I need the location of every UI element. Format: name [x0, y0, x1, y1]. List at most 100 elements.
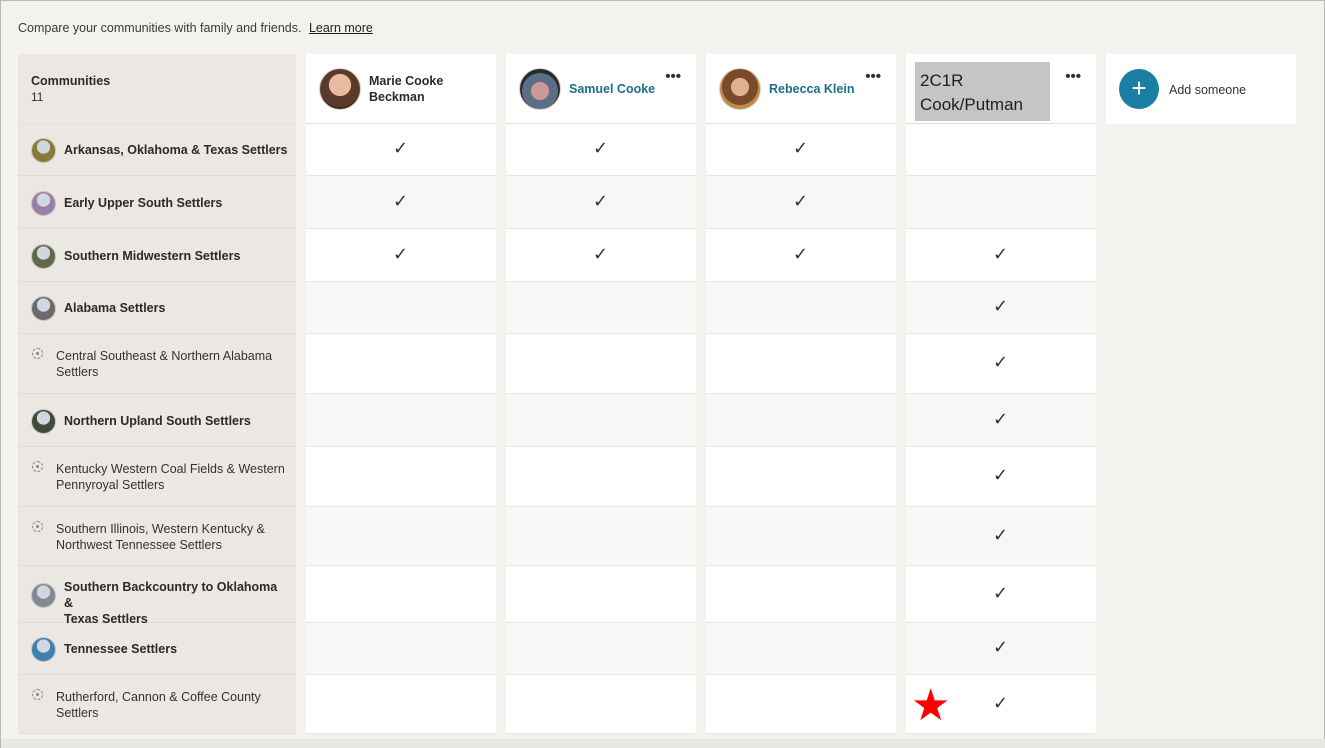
comparison-cell — [706, 566, 896, 623]
checkmark-icon: ✓ — [593, 243, 609, 264]
comparison-cell — [306, 566, 496, 623]
comparison-cell — [706, 507, 896, 566]
community-thumbnail — [31, 408, 56, 434]
comparison-cell — [906, 124, 1096, 176]
community-name[interactable]: Arkansas, Oklahoma & Texas Settlers — [64, 142, 289, 158]
community-row[interactable]: Alabama Settlers — [18, 282, 296, 334]
comparison-cell — [306, 507, 496, 566]
community-name-line2: Settlers — [56, 705, 99, 720]
comparison-cell — [506, 507, 696, 566]
community-row[interactable]: Rutherford, Cannon & Coffee County Settle… — [18, 675, 296, 734]
checkmark-icon: ✓ — [793, 190, 809, 211]
comparison-cell: ✓ — [906, 229, 1096, 282]
add-someone-card[interactable]: + Add someone — [1106, 54, 1296, 124]
person-name-link[interactable]: Rebecca Klein — [769, 81, 854, 97]
checkmark-icon: ✓ — [993, 692, 1009, 713]
community-row[interactable]: Northern Upland South Settlers — [18, 394, 296, 447]
person-label-line1: 2C1R — [920, 71, 964, 90]
checkmark-icon: ✓ — [993, 637, 1009, 657]
checkmark-icon: ✓ — [993, 243, 1009, 264]
person-name-line2: Beckman — [369, 90, 425, 104]
checkmark-icon: ✓ — [393, 190, 409, 211]
comparison-cell: ✓ — [706, 229, 896, 282]
communities-column: Communities 11 Arkansas, Oklahoma & Texa… — [18, 54, 296, 734]
community-name-line1: Southern Illinois, Western Kentucky & — [56, 521, 265, 536]
compare-panel: Compare your communities with family and… — [0, 0, 1325, 748]
community-name-line2: Settlers — [56, 365, 99, 379]
more-options-icon[interactable]: ••• — [665, 68, 681, 85]
more-options-icon[interactable]: ••• — [865, 68, 881, 85]
community-row[interactable]: Tennessee Settlers — [18, 623, 296, 675]
community-row[interactable]: Southern Illinois, Western Kentucky & Nor… — [18, 507, 296, 566]
comparison-cell — [506, 282, 696, 334]
subcommunity-icon — [32, 461, 43, 472]
checkmark-icon: ✓ — [793, 138, 809, 158]
bottom-divider — [1, 739, 1325, 748]
community-thumbnail — [31, 637, 56, 662]
checkmark-icon: ✓ — [993, 408, 1009, 429]
comparison-cell — [306, 675, 496, 734]
person-label-box: 2C1R Cook/Putman — [915, 62, 1050, 121]
checkmark-icon: ✓ — [993, 352, 1009, 372]
checkmark-icon: ✓ — [593, 138, 609, 158]
community-name[interactable]: Tennessee Settlers — [64, 641, 289, 657]
community-name[interactable]: Southern Midwestern Settlers — [64, 248, 289, 264]
community-name-line1: Central Southeast & Northern Alabama — [56, 349, 273, 363]
comparison-cell: ✓ — [906, 447, 1096, 507]
comparison-cell: ✓ — [906, 623, 1096, 675]
community-row[interactable]: Central Southeast & Northern Alabama Sett… — [18, 334, 296, 394]
more-options-icon[interactable]: ••• — [1065, 68, 1081, 85]
avatar[interactable] — [719, 68, 761, 110]
comparison-cell — [506, 394, 696, 447]
comparison-cell — [906, 176, 1096, 229]
person-name[interactable]: Marie Cooke Beckman — [369, 73, 443, 105]
avatar[interactable] — [319, 68, 361, 110]
avatar[interactable] — [519, 68, 561, 110]
community-name[interactable]: Kentucky Western Coal Fields & Western Pe… — [56, 461, 291, 493]
comparison-cell — [506, 334, 696, 394]
community-thumbnail — [31, 190, 56, 216]
community-name[interactable]: Northern Upland South Settlers — [64, 413, 289, 429]
community-name[interactable]: Rutherford, Cannon & Coffee County Settle… — [56, 689, 291, 721]
community-row[interactable]: Southern Backcountry to Oklahoma & Texas … — [18, 566, 296, 626]
community-name[interactable]: Southern Illinois, Western Kentucky & Nor… — [56, 521, 291, 553]
checkmark-icon: ✓ — [993, 582, 1009, 603]
person-column-rebecca: Rebecca Klein ••• ✓ ✓ ✓ — [706, 54, 896, 734]
person-name-link[interactable]: Samuel Cooke — [569, 81, 655, 97]
add-someone-label: Add someone — [1169, 83, 1247, 97]
comparison-cell — [506, 623, 696, 675]
comparison-cell — [506, 675, 696, 734]
comparison-cell — [706, 394, 896, 447]
person-label-line2: Cook/Putman — [920, 95, 1023, 114]
comparison-cell — [706, 447, 896, 507]
comparison-cell: ✓ — [306, 229, 496, 282]
community-row[interactable]: Kentucky Western Coal Fields & Western Pe… — [18, 447, 296, 507]
comparison-cell — [706, 675, 896, 734]
community-thumbnail — [31, 138, 56, 163]
community-row[interactable]: Early Upper South Settlers — [18, 176, 296, 229]
community-name[interactable]: Central Southeast & Northern Alabama Sett… — [56, 348, 291, 380]
community-name[interactable]: Alabama Settlers — [64, 300, 289, 316]
comparison-cell: ✓ — [506, 176, 696, 229]
subcommunity-icon — [32, 688, 43, 700]
checkmark-icon: ✓ — [993, 524, 1009, 545]
checkmark-icon: ✓ — [993, 465, 1009, 485]
comparison-cell — [506, 566, 696, 623]
comparison-cell: ✓ — [506, 124, 696, 176]
comparison-cell — [706, 623, 896, 675]
comparison-cell — [306, 394, 496, 447]
comparison-cell: ✓ — [506, 229, 696, 282]
community-name[interactable]: Southern Backcountry to Oklahoma & Texas … — [64, 579, 289, 627]
community-name[interactable]: Early Upper South Settlers — [64, 195, 289, 211]
add-icon[interactable]: + — [1119, 69, 1159, 109]
community-name-line1: Southern Backcountry to Oklahoma & — [64, 579, 278, 610]
community-row[interactable]: Southern Midwestern Settlers — [18, 229, 296, 282]
checkmark-icon: ✓ — [993, 296, 1009, 316]
community-thumbnail — [31, 296, 56, 321]
person-header: Rebecca Klein ••• — [706, 54, 896, 124]
community-name-line1: Rutherford, Cannon & Coffee County — [56, 689, 261, 704]
learn-more-link[interactable]: Learn more — [309, 21, 373, 35]
community-name-line2: Pennyroyal Settlers — [56, 478, 165, 492]
community-row[interactable]: Arkansas, Oklahoma & Texas Settlers — [18, 124, 296, 176]
checkmark-icon: ✓ — [793, 243, 809, 264]
